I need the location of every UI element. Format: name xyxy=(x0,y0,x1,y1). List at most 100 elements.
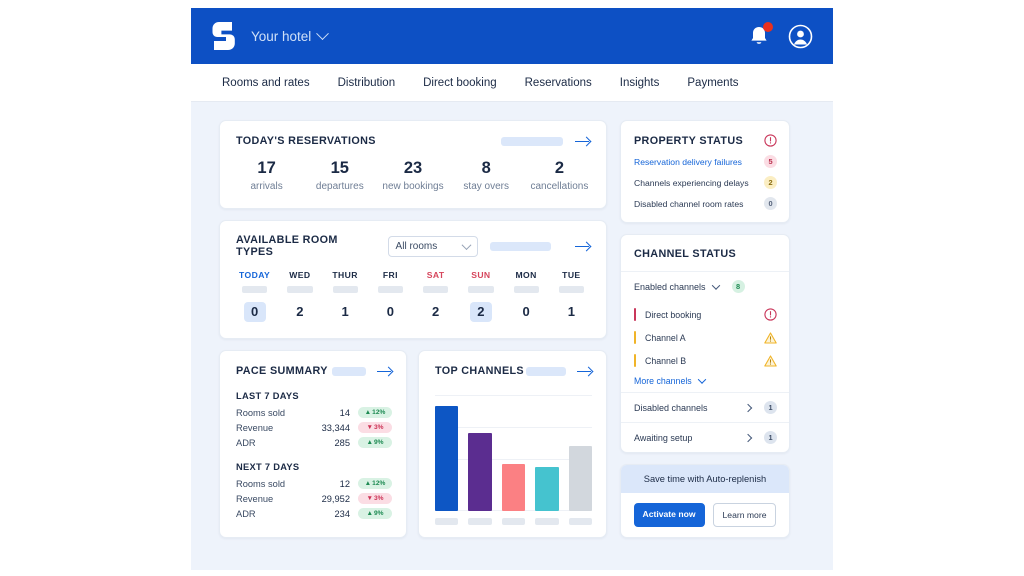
top-channels-bar-chart xyxy=(435,395,593,511)
stat-value: 8 xyxy=(481,159,491,177)
pace-delta-value: 12% xyxy=(372,480,386,487)
day-placeholder-bar xyxy=(468,286,494,293)
pace-row: Rooms sold 14 ▲ 12% xyxy=(236,407,392,418)
left-column: TODAY'S RESERVATIONS 17 arrivals 15 depa… xyxy=(219,120,607,538)
pace-metric-label: ADR xyxy=(236,508,256,519)
warning-triangle-icon xyxy=(764,354,777,367)
room-filter-dropdown[interactable]: All rooms xyxy=(387,235,479,257)
pace-metric-value: 33,344 xyxy=(321,422,350,433)
property-status-row-disabled-rates[interactable]: Disabled channel room rates 0 xyxy=(634,197,777,210)
auto-replenish-promo-card: Save time with Auto-replenish Activate n… xyxy=(620,464,790,538)
todays-reservations-card: TODAY'S RESERVATIONS 17 arrivals 15 depa… xyxy=(219,120,607,209)
bar-column xyxy=(535,395,559,511)
bar-column xyxy=(435,395,459,511)
pace-metric-value: 29,952 xyxy=(321,493,350,504)
nav-item-reservations[interactable]: Reservations xyxy=(525,77,592,89)
property-status-row-delivery-failures[interactable]: Reservation delivery failures 5 xyxy=(634,155,777,168)
pace-row: Revenue 29,952 ▼ 3% xyxy=(236,493,392,504)
day-placeholder-bar xyxy=(332,286,358,293)
pace-metric-value: 285 xyxy=(334,437,350,448)
dashboard-content: TODAY'S RESERVATIONS 17 arrivals 15 depa… xyxy=(191,102,833,570)
day-value: 2 xyxy=(296,304,304,319)
main-nav: Rooms and rates Distribution Direct book… xyxy=(191,64,833,102)
todays-reservations-arrow-link[interactable] xyxy=(575,136,590,147)
todays-reservations-title: TODAY'S RESERVATIONS xyxy=(236,135,376,147)
day-value: 1 xyxy=(341,304,349,319)
day-column-thur[interactable]: THUR 1 xyxy=(323,270,368,322)
day-column-mon[interactable]: MON 0 xyxy=(504,270,549,322)
header-placeholder-bar xyxy=(526,366,566,376)
chevron-right-icon xyxy=(743,433,753,442)
day-column-sat[interactable]: SAT 2 xyxy=(413,270,458,322)
day-column-today[interactable]: TODAY 0 xyxy=(232,270,277,322)
notifications-button[interactable] xyxy=(748,22,773,48)
available-room-types-header: AVAILABLE ROOM TYPES All rooms xyxy=(220,221,606,258)
chart-bar xyxy=(568,445,593,511)
stat-label: arrivals xyxy=(250,181,283,192)
nav-item-insights[interactable]: Insights xyxy=(620,77,660,89)
hotel-selector-label: Your hotel xyxy=(251,28,312,44)
chart-bar xyxy=(468,432,492,511)
user-avatar-icon[interactable] xyxy=(788,24,813,49)
day-column-tue[interactable]: TUE 1 xyxy=(549,270,594,322)
nav-item-direct-booking[interactable]: Direct booking xyxy=(423,77,497,89)
disabled-channels-row[interactable]: Disabled channels 1 xyxy=(621,392,789,422)
top-bar-actions xyxy=(748,22,813,49)
stat-label: departures xyxy=(315,181,364,192)
nav-item-payments[interactable]: Payments xyxy=(687,77,738,89)
bar-column xyxy=(468,395,492,511)
top-channels-arrow-link[interactable] xyxy=(577,366,592,377)
day-placeholder-bar xyxy=(558,286,584,293)
day-label: SUN xyxy=(471,270,491,280)
pace-section-heading: NEXT 7 DAYS xyxy=(236,462,300,472)
day-placeholder-bar xyxy=(287,286,313,293)
learn-more-button[interactable]: Learn more xyxy=(712,503,777,527)
room-filter-value: All rooms xyxy=(395,240,438,252)
channel-row-channel-b[interactable]: Channel B xyxy=(634,349,777,372)
stat-label: cancellations xyxy=(530,181,589,192)
pace-summary-arrow-link[interactable] xyxy=(377,366,392,377)
enabled-channels-toggle[interactable]: Enabled channels 8 xyxy=(621,271,789,301)
enabled-channels-count: 8 xyxy=(731,280,745,293)
category-placeholder-bar xyxy=(568,518,593,525)
channel-name: Channel A xyxy=(645,332,686,343)
nav-item-rooms-and-rates[interactable]: Rooms and rates xyxy=(222,77,310,89)
pace-metric-value: 234 xyxy=(334,508,350,519)
nav-item-distribution[interactable]: Distribution xyxy=(338,77,396,89)
day-column-fri[interactable]: FRI 0 xyxy=(368,270,413,322)
channel-row-direct-booking[interactable]: Direct booking xyxy=(634,303,777,326)
pace-metric-label: ADR xyxy=(236,437,256,448)
channel-status-card: CHANNEL STATUS Enabled channels 8 Direct… xyxy=(620,234,790,453)
pace-row: ADR 234 ▲ 9% xyxy=(236,508,392,519)
todays-reservations-header: TODAY'S RESERVATIONS xyxy=(220,121,606,147)
channel-row-channel-a[interactable]: Channel A xyxy=(634,326,777,349)
day-value: 0 xyxy=(386,304,394,319)
hotel-selector[interactable]: Your hotel xyxy=(251,26,330,44)
row-count-badge: 0 xyxy=(764,197,777,210)
stat-cancellations: 2 cancellations xyxy=(523,159,596,192)
stat-value: 17 xyxy=(257,159,276,177)
header-placeholder-bar xyxy=(501,136,563,146)
app-window: Your hotel Rooms and rates Distribution … xyxy=(191,8,833,570)
day-column-sun[interactable]: SUN 2 xyxy=(458,270,503,322)
activate-now-button[interactable]: Activate now xyxy=(633,503,705,527)
day-label: MON xyxy=(515,270,537,280)
pace-row: Rooms sold 12 ▲ 12% xyxy=(236,478,392,489)
day-column-wed[interactable]: WED 2 xyxy=(277,270,322,322)
day-label: TUE xyxy=(562,270,581,280)
awaiting-setup-row[interactable]: Awaiting setup 1 xyxy=(621,422,789,452)
row-count-badge: 1 xyxy=(764,431,777,444)
top-channels-card: TOP CHANNELS xyxy=(418,350,607,538)
property-status-header: PROPERTY STATUS xyxy=(634,134,777,147)
row-label: Disabled channel room rates xyxy=(634,198,744,209)
bottom-row: PACE SUMMARY LAST 7 DAYS Rooms sold 14 ▲… xyxy=(219,350,607,538)
available-room-types-card: AVAILABLE ROOM TYPES All rooms TODAY 0 W… xyxy=(219,220,607,339)
chart-bar xyxy=(501,463,526,511)
row-label: Disabled channels xyxy=(634,402,708,413)
pace-summary-card: PACE SUMMARY LAST 7 DAYS Rooms sold 14 ▲… xyxy=(219,350,407,538)
property-status-title: PROPERTY STATUS xyxy=(634,134,744,147)
property-status-row-channel-delays[interactable]: Channels experiencing delays 2 xyxy=(634,176,777,189)
promo-actions: Activate now Learn more xyxy=(621,493,789,537)
more-channels-toggle[interactable]: More channels xyxy=(634,372,777,388)
available-room-types-arrow-link[interactable] xyxy=(575,241,590,252)
